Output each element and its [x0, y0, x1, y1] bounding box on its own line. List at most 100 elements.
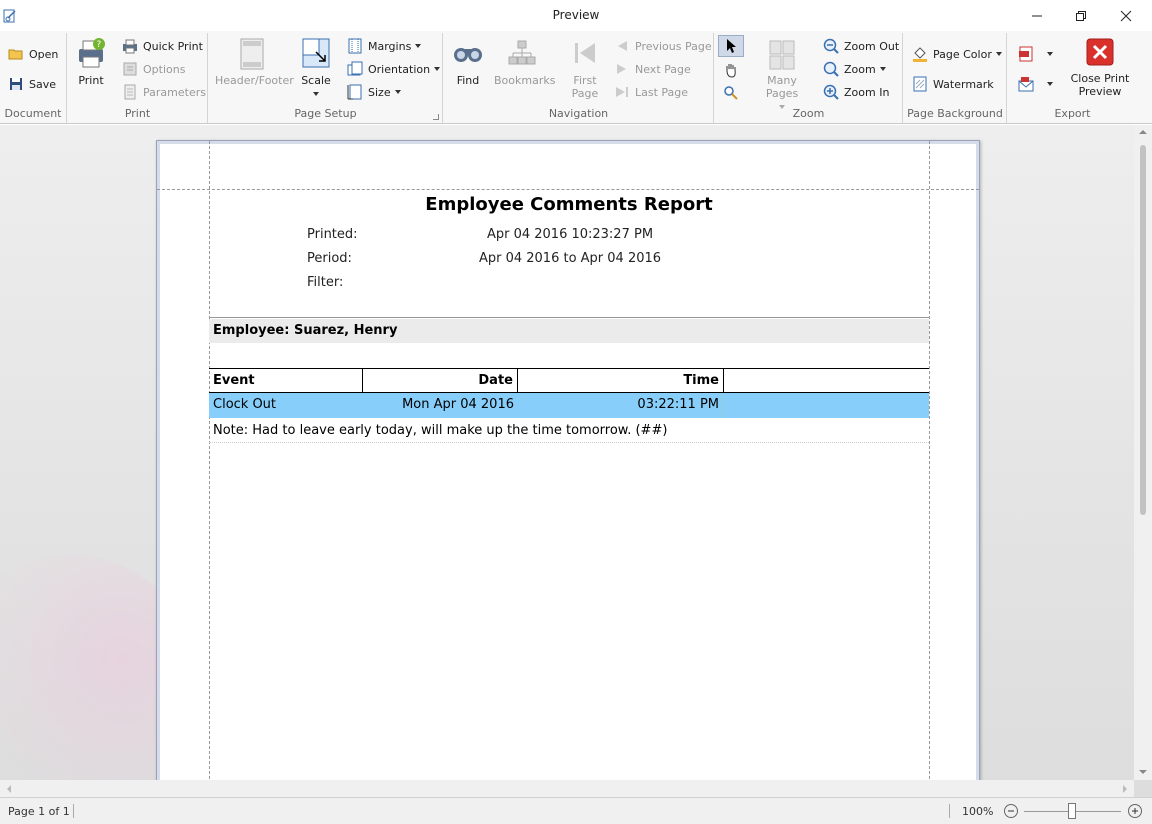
find-button[interactable]: Find [452, 37, 484, 87]
quick-print-button[interactable]: Quick Print [122, 36, 203, 56]
scale-button[interactable]: Scale [299, 37, 333, 100]
next-page-icon [614, 61, 630, 77]
table-row: Clock Out Mon Apr 04 2016 03:22:11 PM [209, 393, 929, 418]
save-button[interactable]: Save [8, 74, 56, 94]
export-pdf-button[interactable] [1018, 44, 1053, 64]
scroll-down-icon[interactable] [1139, 769, 1147, 775]
orientation-icon [347, 61, 363, 77]
scroll-right-icon[interactable] [1122, 785, 1128, 793]
printer-icon: ? [79, 38, 105, 68]
size-dropdown-icon [394, 90, 401, 94]
options-button[interactable]: Options [122, 59, 185, 79]
parameters-button[interactable]: Parameters [122, 82, 206, 102]
first-page-icon [575, 43, 595, 63]
zoom-in-button[interactable]: Zoom In [823, 82, 889, 102]
watermark-label: Watermark [933, 77, 994, 91]
size-button[interactable]: Size [347, 82, 401, 102]
group-export: Close Print Preview Export [1008, 33, 1137, 123]
column-header-time: Time [518, 369, 724, 392]
zoom-plus-button[interactable] [1128, 804, 1142, 818]
parameters-icon [122, 84, 138, 100]
zoom-out-button[interactable]: Zoom Out [823, 36, 899, 56]
group-navigation: Find Bookmarks First Page Previous Page … [444, 33, 714, 123]
watermark-icon [912, 76, 928, 92]
vertical-scrollbar[interactable] [1134, 125, 1152, 780]
margin-guide-top [157, 189, 979, 190]
printed-label: Printed: [307, 227, 358, 242]
zoom-percentage[interactable]: 100% [962, 805, 993, 818]
last-page-label: Last Page [635, 85, 689, 99]
vertical-scroll-thumb[interactable] [1140, 145, 1146, 515]
report-title: Employee Comments Report [425, 194, 713, 215]
send-pdf-button[interactable] [1018, 74, 1053, 94]
minimize-button[interactable] [1014, 0, 1060, 31]
first-page-button[interactable]: First Page [568, 37, 602, 100]
header-footer-label: Header/Footer [215, 74, 294, 87]
group-zoom: Many Pages Zoom Out Zoom Zoom In Zoom [715, 33, 903, 123]
close-print-preview-button[interactable]: Close Print Preview [1070, 37, 1130, 98]
last-page-icon [614, 84, 630, 100]
window-title: Preview [552, 8, 600, 22]
magnifier-icon [724, 86, 738, 100]
zoom-minus-button[interactable] [1004, 804, 1018, 818]
scroll-left-icon[interactable] [6, 785, 12, 793]
group-print: ? Print Quick Print Options Parameters P… [68, 33, 208, 123]
report-page: Employee Comments Report Printed: Apr 04… [156, 140, 980, 790]
parameters-label: Parameters [143, 85, 206, 99]
open-button[interactable]: Open [8, 44, 58, 64]
group-label-print: Print [124, 107, 151, 120]
margin-guide-right [929, 141, 930, 789]
group-page-background: Page Color Watermark Page Background [904, 33, 1007, 123]
watermark-button[interactable]: Watermark [912, 74, 994, 94]
quick-print-icon [122, 38, 138, 54]
close-icon [1120, 10, 1132, 21]
group-page-setup: Header/Footer Scale Margins Orientation … [209, 33, 443, 123]
title-bar: Preview [0, 0, 1152, 31]
binoculars-icon [454, 48, 482, 62]
header-footer-button[interactable]: Header/Footer [215, 37, 294, 87]
print-button[interactable]: ? Print [74, 37, 108, 87]
zoom-out-icon [823, 38, 839, 54]
hand-tool-button[interactable] [723, 60, 739, 80]
close-preview-label-1: Close Print [1070, 72, 1130, 85]
restore-button[interactable] [1058, 0, 1104, 31]
margins-label: Margins [368, 39, 412, 53]
close-window-button[interactable] [1103, 0, 1149, 31]
status-separator [73, 804, 74, 818]
many-pages-label: Many Pages [765, 74, 799, 100]
zoom-button[interactable]: Zoom [823, 59, 886, 79]
scroll-up-icon[interactable] [1139, 129, 1147, 135]
zoom-out-label: Zoom Out [844, 39, 900, 53]
many-pages-button[interactable]: Many Pages [751, 37, 813, 113]
header-divider [209, 317, 929, 318]
horizontal-scrollbar[interactable] [0, 780, 1134, 797]
scale-icon [302, 38, 330, 68]
column-header-date: Date [363, 369, 518, 392]
page-info: Page 1 of 1 [8, 805, 70, 818]
margins-button[interactable]: Margins [347, 36, 422, 56]
pointer-tool-button[interactable] [718, 35, 744, 57]
previous-page-button[interactable]: Previous Page [614, 36, 712, 56]
previous-page-icon [614, 38, 630, 54]
page-color-button[interactable]: Page Color [912, 44, 1002, 64]
bookmarks-button[interactable]: Bookmarks [494, 37, 555, 87]
magnifier-tool-button[interactable] [723, 83, 739, 103]
employee-group-header: Employee: Suarez, Henry [209, 319, 929, 343]
bookmarks-label: Bookmarks [494, 74, 556, 87]
open-label: Open [29, 47, 59, 61]
preview-workspace[interactable]: Employee Comments Report Printed: Apr 04… [0, 125, 1152, 797]
last-page-button[interactable]: Last Page [614, 82, 688, 102]
zoom-dropdown-icon [879, 67, 886, 71]
next-page-button[interactable]: Next Page [614, 59, 691, 79]
bookmarks-icon [508, 40, 536, 65]
options-label: Options [143, 62, 186, 76]
previous-page-label: Previous Page [635, 39, 712, 53]
zoom-label: Zoom [844, 62, 876, 76]
pdf-file-icon [1018, 46, 1034, 62]
group-label-page-background: Page Background [907, 107, 1003, 120]
zoom-slider-handle[interactable] [1068, 803, 1076, 819]
svg-text:?: ? [97, 40, 102, 50]
orientation-button[interactable]: Orientation [347, 59, 441, 79]
group-label-document: Document [4, 107, 62, 120]
floppy-icon [8, 76, 24, 92]
